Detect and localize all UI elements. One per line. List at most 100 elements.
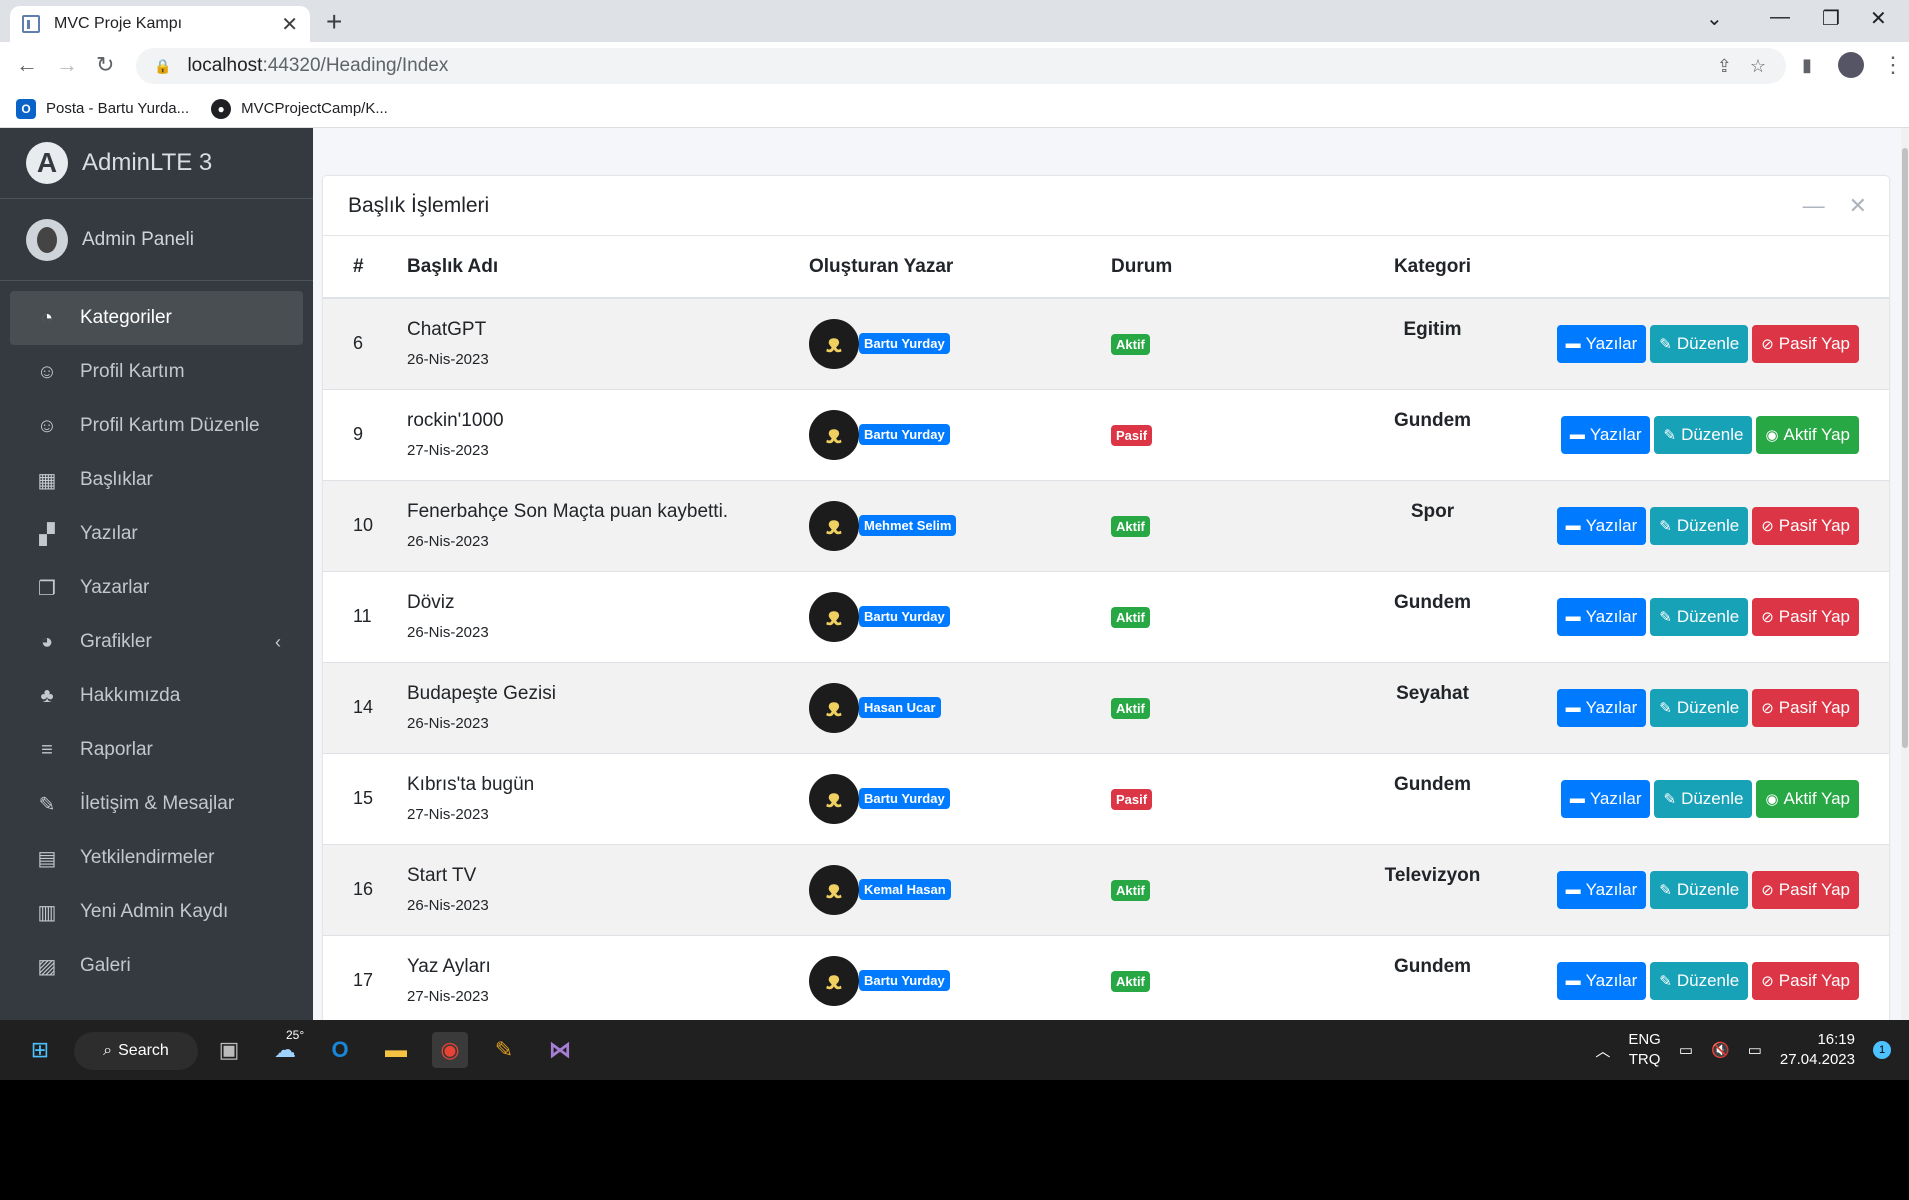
sidebar-item[interactable]: ❐ Yazarlar	[10, 561, 303, 615]
row-actions-cell: ▬ Yazılar ✎ Düzenle ⊘ Pasif Yap	[1513, 843, 1889, 935]
sidebar-item[interactable]: ▨ Galeri	[10, 939, 303, 993]
lock-icon: 🔒	[154, 57, 172, 74]
network-icon[interactable]: ▭	[1679, 1041, 1693, 1059]
windows-start-icon[interactable]: ⊞	[22, 1032, 58, 1068]
close-window-icon[interactable]: ✕	[1870, 6, 1887, 31]
chevron-up-icon[interactable]: ︿	[1595, 1040, 1610, 1061]
row-status-cell: Aktif	[1111, 934, 1352, 1020]
edit-button[interactable]: ✎ Düzenle	[1650, 870, 1749, 909]
sidebar-item[interactable]: ▦ Başlıklar	[10, 453, 303, 507]
sidebar-item[interactable]: ☺ Profil Kartım	[10, 345, 303, 399]
minimize-icon[interactable]: —	[1770, 6, 1790, 29]
menu-dots-icon[interactable]: ⋮	[1882, 52, 1904, 78]
toggle-status-button[interactable]: ◉ Aktif Yap	[1756, 779, 1859, 818]
file-explorer-icon[interactable]: ▬	[378, 1032, 414, 1068]
volume-muted-icon[interactable]: 🔇	[1711, 1041, 1730, 1059]
author-avatar: ᴥ	[809, 773, 859, 824]
language-indicator[interactable]: ENG TRQ	[1628, 1030, 1661, 1070]
posts-button[interactable]: ▬ Yazılar	[1560, 779, 1651, 818]
close-tab-icon[interactable]: ✕	[281, 12, 298, 37]
dashboard-icon: ◔	[40, 306, 54, 329]
row-title-cell: Start TV 26-Nis-2023	[407, 843, 809, 935]
heading-date: 27-Nis-2023	[407, 806, 489, 823]
clock[interactable]: 16:19 27.04.2023	[1780, 1030, 1855, 1070]
brand-link[interactable]: A AdminLTE 3	[0, 128, 313, 199]
folder-icon: ▬	[1569, 426, 1585, 443]
sidebar-item[interactable]: ▞ Yazılar	[10, 507, 303, 561]
battery-icon[interactable]: ▭	[1748, 1041, 1762, 1059]
search-icon: ⌕	[103, 1042, 113, 1059]
user-panel[interactable]: Admin Paneli	[0, 199, 313, 281]
side-panel-icon[interactable]: ▮	[1802, 55, 1812, 76]
reload-icon[interactable]: ↻	[96, 52, 114, 78]
chrome-icon[interactable]: ◉	[432, 1032, 468, 1068]
browser-tab[interactable]: MVC Proje Kampı ✕	[10, 6, 310, 42]
taskbar-search[interactable]: ⌕ Search	[74, 1032, 198, 1070]
scrollbar-thumb[interactable]	[1902, 148, 1908, 748]
toggle-status-button[interactable]: ⊘ Pasif Yap	[1752, 324, 1859, 363]
posts-button[interactable]: ▬ Yazılar	[1556, 324, 1647, 363]
edit-button[interactable]: ✎ Düzenle	[1650, 506, 1749, 545]
toggle-status-button[interactable]: ⊘ Pasif Yap	[1752, 506, 1859, 545]
sidebar-item[interactable]: ☺ Profil Kartım Düzenle	[10, 399, 303, 453]
row-status-cell: Aktif	[1111, 843, 1352, 935]
forward-icon[interactable]: →	[56, 52, 78, 78]
toggle-status-button[interactable]: ⊘ Pasif Yap	[1752, 961, 1859, 1000]
sidebar-item[interactable]: ≡ Raporlar	[10, 723, 303, 777]
posts-button[interactable]: ▬ Yazılar	[1560, 415, 1651, 454]
posts-button[interactable]: ▬ Yazılar	[1556, 597, 1647, 636]
remove-icon[interactable]: ✕	[1849, 193, 1867, 219]
row-category-cell: Spor	[1352, 479, 1513, 571]
edit-button[interactable]: ✎ Düzenle	[1650, 961, 1749, 1000]
task-view-icon[interactable]: ▣	[211, 1032, 247, 1068]
notification-badge[interactable]: 1	[1873, 1041, 1891, 1059]
author-avatar: ᴥ	[809, 409, 859, 460]
sidebar-item[interactable]: ▤ Yetkilendirmeler	[10, 831, 303, 885]
sidebar-item-label: Yeni Admin Kaydı	[80, 901, 229, 922]
edit-button[interactable]: ✎ Düzenle	[1650, 597, 1749, 636]
edit-button[interactable]: ✎ Düzenle	[1654, 415, 1753, 454]
row-id: 11	[323, 570, 407, 662]
toggle-status-button[interactable]: ⊘ Pasif Yap	[1752, 597, 1859, 636]
bookmark-outlook[interactable]: O Posta - Bartu Yurda...	[16, 98, 189, 119]
bookmark-star-icon[interactable]: ☆	[1750, 56, 1766, 77]
posts-button[interactable]: ▬ Yazılar	[1556, 506, 1647, 545]
profile-avatar[interactable]	[1838, 52, 1864, 78]
maximize-icon[interactable]: ❐	[1822, 6, 1840, 31]
eye-slash-icon: ⊘	[1761, 699, 1774, 717]
page-scrollbar[interactable]	[1901, 128, 1909, 1020]
edit-button[interactable]: ✎ Düzenle	[1650, 324, 1749, 363]
edit-button[interactable]: ✎ Düzenle	[1650, 688, 1749, 727]
posts-button[interactable]: ▬ Yazılar	[1556, 870, 1647, 909]
outlook-taskbar-icon[interactable]: O	[322, 1032, 358, 1068]
edit-button-label: Düzenle	[1676, 697, 1740, 717]
sidebar-item[interactable]: ▥ Yeni Admin Kaydı	[10, 885, 303, 939]
pencil-icon: ✎	[1663, 426, 1677, 444]
row-title-cell: Kıbrıs'ta bugün 27-Nis-2023	[407, 752, 809, 844]
url-field[interactable]: 🔒 localhost:44320/Heading/Index ⇪ ☆	[136, 48, 1786, 84]
sidebar-item[interactable]: ✎ İletişim & Mesajlar	[10, 777, 303, 831]
share-icon[interactable]: ⇪	[1717, 56, 1732, 77]
sidebar-item[interactable]: ♣ Hakkımızda	[10, 669, 303, 723]
posts-button[interactable]: ▬ Yazılar	[1556, 961, 1647, 1000]
headings-table: # Başlık Adı Oluşturan Yazar Durum Kateg…	[323, 236, 1889, 1020]
sidebar-item[interactable]: ◔ Kategoriler	[10, 291, 303, 345]
row-author-cell: ᴥ Hasan Ucar	[809, 661, 1111, 753]
app-icon[interactable]: ✎	[486, 1032, 522, 1068]
back-icon[interactable]: ←	[16, 52, 38, 78]
new-tab-icon[interactable]: +	[326, 6, 342, 38]
visual-studio-icon[interactable]: ⋈	[542, 1032, 578, 1068]
collapse-icon[interactable]: —	[1803, 193, 1825, 219]
tab-search-icon[interactable]: ⌄	[1706, 6, 1723, 31]
bookmark-github[interactable]: ● MVCProjectCamp/K...	[211, 98, 388, 119]
edit-button[interactable]: ✎ Düzenle	[1654, 779, 1753, 818]
user-edit-icon: ☺	[36, 414, 58, 437]
sidebar-item[interactable]: ◕ Grafikler ‹	[10, 615, 303, 669]
toggle-status-button[interactable]: ⊘ Pasif Yap	[1752, 688, 1859, 727]
person-booth-icon: ▞	[39, 523, 55, 546]
posts-button[interactable]: ▬ Yazılar	[1556, 688, 1647, 727]
row-id: 9	[323, 388, 407, 480]
author-badge: Bartu Yurday	[859, 424, 950, 445]
toggle-status-button[interactable]: ◉ Aktif Yap	[1756, 415, 1859, 454]
toggle-status-button[interactable]: ⊘ Pasif Yap	[1752, 870, 1859, 909]
